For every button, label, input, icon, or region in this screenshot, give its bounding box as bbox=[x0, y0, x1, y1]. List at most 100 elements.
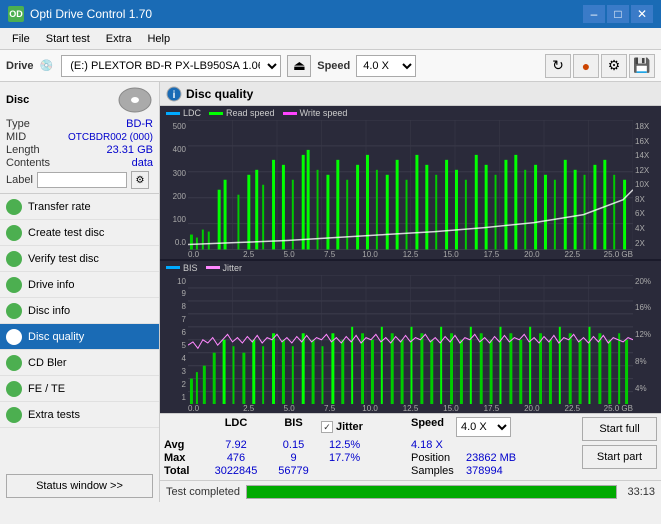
ldc-y-400: 400 bbox=[162, 145, 186, 154]
menu-extra[interactable]: Extra bbox=[98, 31, 140, 47]
menu-file[interactable]: File bbox=[4, 31, 38, 47]
label-edit-button[interactable]: ⚙ bbox=[131, 171, 149, 189]
sidebar-item-create-test-disc[interactable]: Create test disc bbox=[0, 220, 159, 246]
ldc-y-8x: 8X bbox=[635, 195, 659, 204]
bis-y-axis-left: 10 9 8 7 6 5 4 3 2 1 bbox=[160, 275, 188, 405]
bis-legend: BIS Jitter bbox=[160, 261, 661, 275]
status-window-button[interactable]: Status window >> bbox=[6, 474, 153, 498]
disc-label-input[interactable] bbox=[37, 172, 127, 188]
disc-icon bbox=[117, 86, 153, 114]
avg-bis: 0.15 bbox=[266, 439, 321, 451]
x-0: 0.0 bbox=[188, 250, 228, 259]
sidebar-item-verify-test-disc[interactable]: Verify test disc bbox=[0, 246, 159, 272]
length-value: 23.31 GB bbox=[107, 144, 153, 156]
jitter-legend-label: Jitter bbox=[223, 263, 243, 273]
x-12.5: 12.5 bbox=[390, 250, 430, 259]
menu-help[interactable]: Help bbox=[139, 31, 178, 47]
svg-text:i: i bbox=[173, 90, 176, 101]
ldc-y-500: 500 bbox=[162, 122, 186, 131]
sidebar-label-disc-quality: Disc quality bbox=[28, 331, 84, 343]
content-area: i Disc quality LDC Read speed bbox=[160, 82, 661, 502]
x-10: 10.0 bbox=[350, 250, 390, 259]
start-part-button[interactable]: Start part bbox=[582, 445, 657, 469]
title-bar: OD Opti Drive Control 1.70 – □ ✕ bbox=[0, 0, 661, 28]
sidebar-item-disc-info[interactable]: Disc info bbox=[0, 298, 159, 324]
app-title: Opti Drive Control 1.70 bbox=[30, 7, 152, 21]
burn-button[interactable]: ● bbox=[573, 54, 599, 78]
minimize-button[interactable]: – bbox=[583, 5, 605, 23]
sidebar-item-transfer-rate[interactable]: Transfer rate bbox=[0, 194, 159, 220]
avg-jitter: 12.5% bbox=[321, 439, 411, 451]
stats-header: LDC BIS ✓ Jitter Speed 4.0 X bbox=[164, 417, 570, 437]
ldc-y-100: 100 bbox=[162, 215, 186, 224]
drive-select[interactable]: (E:) PLEXTOR BD-R PX-LB950SA 1.06 bbox=[61, 55, 281, 77]
total-bis: 56779 bbox=[266, 465, 321, 477]
bis-chart-container: BIS Jitter 10 9 8 7 6 5 4 bbox=[160, 261, 661, 414]
app-icon: OD bbox=[8, 6, 24, 22]
total-label: Total bbox=[164, 465, 206, 477]
sidebar-label-verify-test-disc: Verify test disc bbox=[28, 253, 99, 265]
samples-value: 378994 bbox=[466, 465, 503, 477]
ldc-y-300: 300 bbox=[162, 169, 186, 178]
bis-chart-svg bbox=[188, 275, 633, 405]
toolbar-icons: ↻ ● ⚙ 💾 bbox=[545, 54, 655, 78]
maximize-button[interactable]: □ bbox=[607, 5, 629, 23]
progress-bar-fill bbox=[247, 486, 616, 498]
disc-info-icon bbox=[6, 303, 22, 319]
quality-icon: i bbox=[166, 86, 182, 102]
start-full-button[interactable]: Start full bbox=[582, 417, 657, 441]
sidebar-item-extra-tests[interactable]: Extra tests bbox=[0, 402, 159, 428]
speed-select[interactable]: 4.0 X bbox=[356, 55, 416, 77]
verify-test-disc-icon bbox=[6, 251, 22, 267]
settings-button[interactable]: ⚙ bbox=[601, 54, 627, 78]
stats-table: LDC BIS ✓ Jitter Speed 4.0 X Avg 7.92 0.… bbox=[164, 417, 570, 477]
ldc-col-header: LDC bbox=[206, 417, 266, 437]
status-bar: Test completed 33:13 bbox=[160, 480, 661, 502]
total-ldc: 3022845 bbox=[206, 465, 266, 477]
disc-title: Disc bbox=[6, 94, 29, 106]
speed-col-header: Speed bbox=[411, 417, 456, 437]
max-label: Max bbox=[164, 452, 206, 464]
avg-ldc: 7.92 bbox=[206, 439, 266, 451]
max-row: Max 476 9 17.7% Position 23862 MB bbox=[164, 452, 570, 464]
main-area: Disc Type BD-R MID OTCBDR002 (000) Lengt… bbox=[0, 82, 661, 502]
x-15: 15.0 bbox=[431, 250, 471, 259]
sidebar-item-drive-info[interactable]: Drive info bbox=[0, 272, 159, 298]
bis-y-axis-right: 20% 16% 12% 8% 4% bbox=[633, 275, 661, 405]
x-17.5: 17.5 bbox=[471, 250, 511, 259]
jitter-checkbox[interactable]: ✓ bbox=[321, 421, 333, 433]
refresh-button[interactable]: ↻ bbox=[545, 54, 571, 78]
save-button[interactable]: 💾 bbox=[629, 54, 655, 78]
quality-title: Disc quality bbox=[186, 87, 253, 101]
x-7.5: 7.5 bbox=[309, 250, 349, 259]
disc-quality-icon bbox=[6, 329, 22, 345]
eject-button[interactable]: ⏏ bbox=[287, 55, 311, 77]
ldc-y-16x: 16X bbox=[635, 137, 659, 146]
status-time: 33:13 bbox=[627, 486, 655, 498]
write-legend-color bbox=[283, 112, 297, 115]
avg-row: Avg 7.92 0.15 12.5% 4.18 X bbox=[164, 439, 570, 451]
menu-start-test[interactable]: Start test bbox=[38, 31, 98, 47]
disc-panel: Disc Type BD-R MID OTCBDR002 (000) Lengt… bbox=[0, 82, 159, 194]
sidebar-menu: Transfer rate Create test disc Verify te… bbox=[0, 194, 159, 470]
create-test-disc-icon bbox=[6, 225, 22, 241]
cd-bler-icon bbox=[6, 355, 22, 371]
ldc-y-2x: 2X bbox=[635, 239, 659, 248]
drive-info-icon bbox=[6, 277, 22, 293]
fe-te-icon bbox=[6, 381, 22, 397]
contents-value: data bbox=[132, 157, 153, 169]
close-button[interactable]: ✕ bbox=[631, 5, 653, 23]
sidebar-label-cd-bler: CD Bler bbox=[28, 357, 67, 369]
ldc-y-12x: 12X bbox=[635, 166, 659, 175]
progress-bar bbox=[246, 485, 617, 499]
sidebar-label-drive-info: Drive info bbox=[28, 279, 74, 291]
sidebar-item-fe-te[interactable]: FE / TE bbox=[0, 376, 159, 402]
speed-select-stats[interactable]: 4.0 X bbox=[456, 417, 511, 437]
sidebar-label-transfer-rate: Transfer rate bbox=[28, 201, 91, 213]
sidebar-item-disc-quality[interactable]: Disc quality bbox=[0, 324, 159, 350]
bis-col-header: BIS bbox=[266, 417, 321, 437]
charts-area: LDC Read speed Write speed 500 40 bbox=[160, 106, 661, 413]
sidebar-item-cd-bler[interactable]: CD Bler bbox=[0, 350, 159, 376]
write-legend-label: Write speed bbox=[300, 108, 348, 118]
drive-bar: Drive 💿 (E:) PLEXTOR BD-R PX-LB950SA 1.0… bbox=[0, 50, 661, 82]
